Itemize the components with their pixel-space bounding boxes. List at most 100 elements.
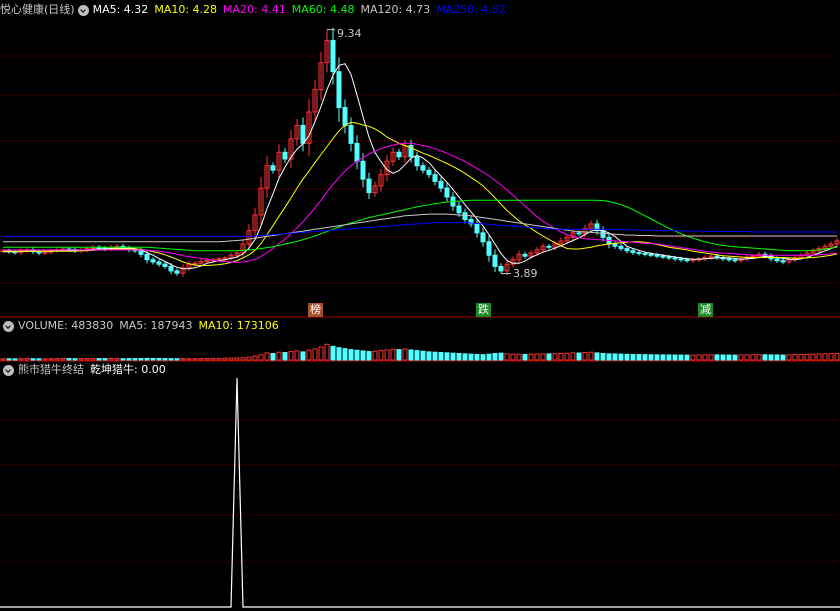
volume-bar-104 <box>624 353 630 361</box>
volume-bar-80 <box>480 354 486 361</box>
candle-body-76 <box>456 205 462 214</box>
volume-bar-121 <box>726 354 732 361</box>
ma-legend: MA5: 4.32 MA10: 4.28 MA20: 4.41 MA60: 4.48 M… <box>93 2 512 18</box>
volume-bar-92 <box>552 353 558 361</box>
volume-legend-item-1: MA5: 187943 <box>119 319 193 332</box>
ma-legend-item-5: MA250: 4.82 <box>436 3 506 16</box>
volume-bar-106 <box>636 354 642 361</box>
candle-body-7 <box>42 251 48 254</box>
volume-bar-33 <box>198 358 204 361</box>
volume-bar-102 <box>612 353 618 361</box>
volume-bar-78 <box>468 353 474 361</box>
candle-body-6 <box>36 251 42 254</box>
volume-bar-126 <box>756 354 762 361</box>
volume-bar-41 <box>246 356 252 361</box>
volume-bar-97 <box>582 352 588 361</box>
candle-body-112 <box>672 257 678 260</box>
volume-bar-103 <box>618 353 624 361</box>
indicator-legend-item-1: 乾坤猎牛: 0.00 <box>90 363 166 376</box>
volume-legend-item-0: VOLUME: 483830 <box>18 319 114 332</box>
volume-bar-123 <box>738 354 744 361</box>
volume-bar-91 <box>546 353 552 361</box>
volume-bar-75 <box>450 352 456 361</box>
candle-body-130 <box>780 260 786 263</box>
candle-body-83 <box>498 265 504 272</box>
candle-body-114 <box>684 259 690 262</box>
candle-body-25 <box>150 259 156 263</box>
indicator-legend-item-0: 熊市猎牛终结 <box>18 363 84 376</box>
volume-bar-132 <box>792 354 798 361</box>
candle-body-59 <box>354 142 360 162</box>
volume-bar-112 <box>672 354 678 361</box>
volume-bar-23 <box>138 358 144 361</box>
volume-bar-9 <box>54 358 60 361</box>
volume-bar-45 <box>270 353 276 361</box>
ma-line-ma250 <box>3 222 837 237</box>
candle-body-56 <box>336 71 342 109</box>
volume-bar-53 <box>318 346 324 361</box>
volume-bar-107 <box>642 354 648 361</box>
volume-bar-10 <box>60 358 66 361</box>
candle-body-103 <box>618 245 624 250</box>
volume-bar-138 <box>828 353 834 361</box>
volume-bar-2 <box>12 358 18 361</box>
stock-chart[interactable] <box>0 0 840 611</box>
volume-bar-36 <box>216 357 222 361</box>
candle-body-47 <box>282 151 288 160</box>
candle-body-121 <box>726 258 732 261</box>
signal-tag-1: 跌 <box>476 303 491 317</box>
candle-body-105 <box>630 250 636 254</box>
volume-bar-72 <box>432 351 438 361</box>
volume-bar-128 <box>768 354 774 361</box>
candle-body-66 <box>396 151 402 158</box>
candle-body-106 <box>636 252 642 255</box>
volume-bar-1 <box>6 358 12 361</box>
volume-bar-60 <box>360 350 366 361</box>
ma-line-ma10 <box>3 121 838 266</box>
volume-bar-87 <box>522 353 528 361</box>
ma-line-ma60 <box>3 199 838 252</box>
volume-bar-136 <box>816 353 822 361</box>
volume-bar-51 <box>306 349 312 361</box>
volume-bar-42 <box>252 355 258 361</box>
candle-body-96 <box>576 232 582 235</box>
ma-legend-item-0: MA5: 4.32 <box>92 3 149 16</box>
volume-bar-125 <box>750 354 756 361</box>
volume-bar-12 <box>72 358 78 361</box>
candle-body-36 <box>216 258 222 261</box>
candle-body-108 <box>648 253 654 256</box>
volume-bar-35 <box>210 357 216 361</box>
volume-bar-82 <box>492 353 498 361</box>
volume-bar-86 <box>516 353 522 361</box>
volume-bar-94 <box>564 352 570 361</box>
volume-bar-99 <box>594 352 600 361</box>
candle-body-45 <box>270 165 276 171</box>
volume-bar-49 <box>294 350 300 361</box>
indicator-legend: 熊市猎牛终结 乾坤猎牛: 0.00 <box>18 362 172 378</box>
volume-bar-111 <box>666 354 672 361</box>
volume-bar-114 <box>684 354 690 361</box>
candle-body-28 <box>168 265 174 272</box>
candle-body-29 <box>174 270 180 274</box>
chevron-down-icon[interactable] <box>3 364 14 376</box>
volume-bar-31 <box>186 358 192 361</box>
chevron-down-icon[interactable] <box>77 4 89 16</box>
volume-bar-29 <box>174 358 180 361</box>
volume-bar-62 <box>372 350 378 361</box>
candle-body-119 <box>714 255 720 258</box>
volume-bar-50 <box>300 351 306 361</box>
volume-header: VOLUME: 483830 MA5: 187943 MA10: 173106 <box>0 318 285 334</box>
volume-bar-98 <box>588 351 594 361</box>
volume-bar-81 <box>486 353 492 361</box>
candle-body-113 <box>678 258 684 261</box>
volume-bar-16 <box>96 358 102 361</box>
chevron-down-icon[interactable] <box>3 320 14 332</box>
volume-bar-43 <box>258 354 264 361</box>
volume-bar-40 <box>240 357 246 361</box>
candle-body-115 <box>690 259 696 262</box>
volume-bar-70 <box>420 350 426 361</box>
volume-bar-109 <box>654 354 660 361</box>
volume-bar-93 <box>558 353 564 361</box>
candle-body-104 <box>624 248 630 252</box>
candle-body-73 <box>438 180 444 189</box>
